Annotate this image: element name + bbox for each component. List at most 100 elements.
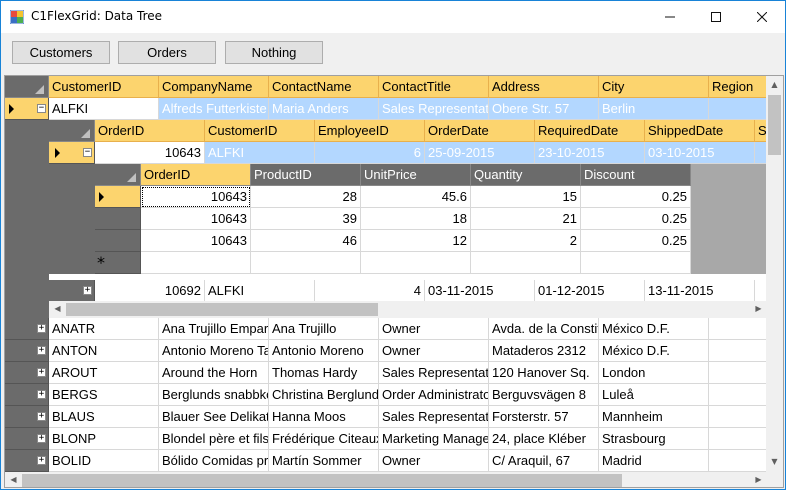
- customer-cell[interactable]: [709, 362, 767, 384]
- detail-cell[interactable]: 10643: [141, 208, 251, 230]
- main-horizontal-scrollbar[interactable]: ◀ ▶: [5, 472, 767, 487]
- detail-new-cell[interactable]: [251, 252, 361, 274]
- customers-button[interactable]: Customers: [12, 41, 110, 64]
- customers-header-contactname[interactable]: ContactName: [269, 76, 379, 98]
- customer-cell[interactable]: BOLID: [49, 450, 159, 472]
- customer-cell[interactable]: Around the Horn: [159, 362, 269, 384]
- customer-cell[interactable]: Owner: [379, 450, 489, 472]
- scroll-up-icon[interactable]: ▲: [766, 80, 783, 89]
- customer-cell-id[interactable]: ALFKI: [49, 98, 159, 120]
- order-cell-employeeid[interactable]: 4: [315, 280, 425, 302]
- detail-cell[interactable]: 0.25: [581, 230, 691, 252]
- customer-cell[interactable]: 24, place Kléber: [489, 428, 599, 450]
- customer-cell[interactable]: Sales Representative: [379, 362, 489, 384]
- detail-cell[interactable]: 18: [361, 208, 471, 230]
- expand-icon[interactable]: +: [37, 412, 46, 421]
- customer-cell[interactable]: México D.F.: [599, 318, 709, 340]
- customer-cell[interactable]: BERGS: [49, 384, 159, 406]
- detail-cell[interactable]: 21: [471, 208, 581, 230]
- customers-header-contacttitle[interactable]: ContactTitle: [379, 76, 489, 98]
- customer-cell[interactable]: México D.F.: [599, 340, 709, 362]
- customer-cell[interactable]: Avda. de la Constitución: [489, 318, 599, 340]
- customer-cell[interactable]: Madrid: [599, 450, 709, 472]
- main-hscroll-thumb[interactable]: [22, 474, 622, 487]
- customer-cell-company[interactable]: Alfreds Futterkiste: [159, 98, 269, 120]
- customer-cell[interactable]: BLONP: [49, 428, 159, 450]
- customer-cell[interactable]: [709, 318, 767, 340]
- nothing-button[interactable]: Nothing: [225, 41, 323, 64]
- customers-corner[interactable]: [5, 76, 49, 98]
- customer-row-header[interactable]: +: [5, 318, 49, 340]
- detail-cell[interactable]: 45.6: [361, 186, 471, 208]
- customer-cell[interactable]: London: [599, 362, 709, 384]
- main-vertical-scrollbar[interactable]: ▲ ▼: [766, 76, 783, 472]
- order-cell-customerid[interactable]: ALFKI: [205, 280, 315, 302]
- order-cell-employeeid[interactable]: 6: [315, 142, 425, 164]
- customers-header-customerid[interactable]: CustomerID: [49, 76, 159, 98]
- main-scroll-left-icon[interactable]: ◀: [5, 475, 22, 484]
- customer-cell[interactable]: [709, 406, 767, 428]
- orders-header-employeeid[interactable]: EmployeeID: [315, 120, 425, 142]
- customer-cell[interactable]: Bólido Comidas preparadas: [159, 450, 269, 472]
- detail-cell[interactable]: 0.25: [581, 208, 691, 230]
- detail-row-header[interactable]: [95, 230, 141, 252]
- detail-cell[interactable]: 0.25: [581, 186, 691, 208]
- customer-cell[interactable]: ANATR: [49, 318, 159, 340]
- orders-corner[interactable]: [49, 120, 95, 142]
- details-header-discount[interactable]: Discount: [581, 164, 691, 186]
- collapse-icon[interactable]: −: [37, 104, 46, 113]
- orders-button[interactable]: Orders: [118, 41, 216, 64]
- customer-cell[interactable]: Berglunds snabbköp: [159, 384, 269, 406]
- details-header-unitprice[interactable]: UnitPrice: [361, 164, 471, 186]
- customer-cell[interactable]: Hanna Moos: [269, 406, 379, 428]
- customer-cell[interactable]: Christina Berglund: [269, 384, 379, 406]
- customers-header-address[interactable]: Address: [489, 76, 599, 98]
- detail-cell[interactable]: 12: [361, 230, 471, 252]
- customer-cell[interactable]: Sales Representative: [379, 406, 489, 428]
- detail-row-header-selected[interactable]: [95, 186, 141, 208]
- customers-header-companyname[interactable]: CompanyName: [159, 76, 269, 98]
- detail-row-header[interactable]: [95, 208, 141, 230]
- orders-horizontal-scrollbar[interactable]: ◀ ▶: [49, 301, 767, 318]
- scroll-right-icon[interactable]: ▶: [750, 304, 767, 313]
- details-header-productid[interactable]: ProductID: [251, 164, 361, 186]
- detail-cell[interactable]: 28: [251, 186, 361, 208]
- detail-new-cell[interactable]: [581, 252, 691, 274]
- order-cell-shippeddate[interactable]: 13-11-2015: [645, 280, 755, 302]
- detail-new-cell[interactable]: [141, 252, 251, 274]
- orders-subgrid[interactable]: OrderID CustomerID EmployeeID OrderDate …: [49, 120, 767, 318]
- detail-cell[interactable]: 10643: [141, 230, 251, 252]
- customers-header-region[interactable]: Region: [709, 76, 767, 98]
- customer-cell[interactable]: BLAUS: [49, 406, 159, 428]
- orders-header-orderdate[interactable]: OrderDate: [425, 120, 535, 142]
- customer-cell[interactable]: Berguvsvägen 8: [489, 384, 599, 406]
- customer-cell[interactable]: C/ Araquil, 67: [489, 450, 599, 472]
- detail-cell[interactable]: 15: [471, 186, 581, 208]
- customer-row-header[interactable]: +: [5, 384, 49, 406]
- customer-cell[interactable]: Owner: [379, 340, 489, 362]
- customer-row-header[interactable]: +: [5, 406, 49, 428]
- orders-header-customerid[interactable]: CustomerID: [205, 120, 315, 142]
- customer-cell[interactable]: AROUT: [49, 362, 159, 384]
- detail-new-row-header[interactable]: *: [95, 252, 141, 274]
- expand-icon[interactable]: +: [37, 390, 46, 399]
- order-cell-orderid[interactable]: 10643: [95, 142, 205, 164]
- customer-cell[interactable]: Antonio Moreno Taquería: [159, 340, 269, 362]
- customer-cell-address[interactable]: Obere Str. 57: [489, 98, 599, 120]
- customer-cell[interactable]: Ana Trujillo Emparedados: [159, 318, 269, 340]
- expand-icon[interactable]: +: [37, 456, 46, 465]
- expand-icon[interactable]: +: [37, 324, 46, 333]
- customer-cell[interactable]: Blondel père et fils: [159, 428, 269, 450]
- maximize-button[interactable]: [693, 1, 739, 32]
- expand-icon[interactable]: +: [37, 434, 46, 443]
- order-row-header-selected[interactable]: −: [49, 142, 95, 164]
- customer-cell[interactable]: Martín Sommer: [269, 450, 379, 472]
- expand-order-icon[interactable]: +: [83, 286, 92, 295]
- customer-row-header[interactable]: +: [5, 450, 49, 472]
- orders-header-orderid[interactable]: OrderID: [95, 120, 205, 142]
- detail-cell[interactable]: 46: [251, 230, 361, 252]
- detail-cell[interactable]: 10643: [141, 186, 251, 208]
- order-cell-orderdate[interactable]: 03-11-2015: [425, 280, 535, 302]
- customer-cell[interactable]: Marketing Manager: [379, 428, 489, 450]
- order-cell-requireddate[interactable]: 01-12-2015: [535, 280, 645, 302]
